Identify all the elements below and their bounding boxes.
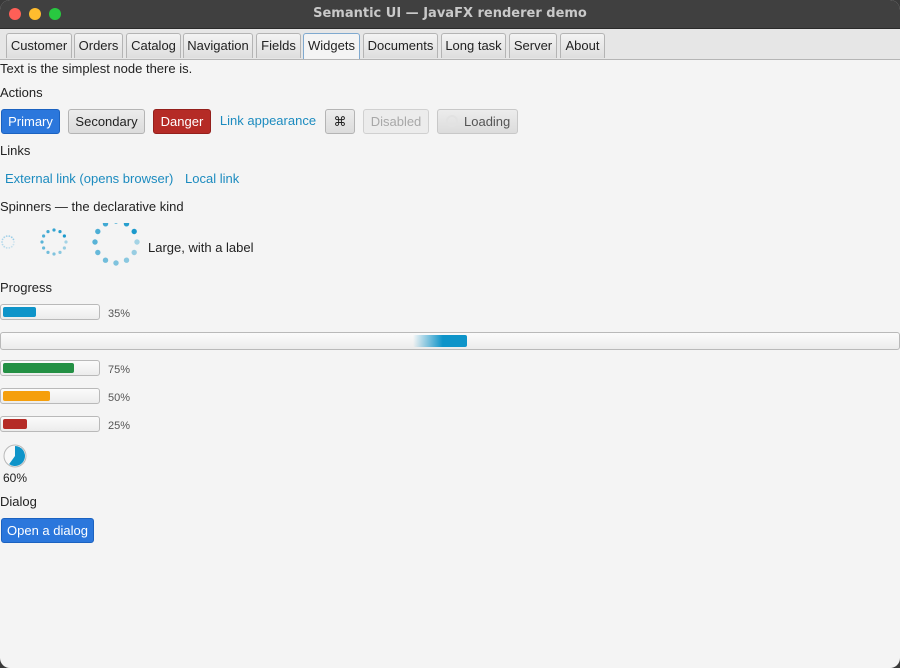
- spinner-dot: [131, 249, 137, 256]
- spinner-dot: [5, 235, 8, 238]
- progress-bar-50: [0, 388, 100, 404]
- spinner-dot: [42, 234, 46, 238]
- primary-button[interactable]: Primary: [1, 109, 60, 134]
- section-heading-spinners: Spinners — the declarative kind: [0, 199, 184, 214]
- spinner-dot: [58, 230, 62, 234]
- spinner-dot: [13, 241, 15, 243]
- spinner-dot: [12, 243, 15, 246]
- progress-fill: [3, 419, 27, 429]
- spinner-dot: [1, 243, 4, 246]
- spinner-dot: [12, 238, 15, 241]
- spinner-dot: [62, 234, 66, 238]
- indeterminate-progress-bar: [0, 332, 900, 350]
- open-dialog-button[interactable]: Open a dialog: [1, 518, 94, 543]
- tab-long-task[interactable]: Long task: [441, 33, 506, 58]
- spinner-dot: [131, 228, 137, 235]
- spinner-dot: [1, 241, 3, 243]
- tab-fields[interactable]: Fields: [256, 33, 301, 58]
- spinner-dot: [64, 240, 68, 244]
- progress-bar-25: [0, 416, 100, 432]
- loading-button-label: Loading: [464, 114, 511, 129]
- tab-server[interactable]: Server: [509, 33, 557, 58]
- medium-spinner-icon: [40, 228, 68, 256]
- spinner-dot: [5, 246, 8, 249]
- spinner-dot: [62, 246, 66, 250]
- spinner-dot: [40, 240, 44, 244]
- app-window: Semantic UI — JavaFX renderer demo Custo…: [0, 0, 900, 668]
- spinner-dot: [92, 239, 98, 245]
- circular-progress-label: 60%: [3, 471, 28, 485]
- spinner-dot: [46, 250, 50, 254]
- link-appearance-button[interactable]: Link appearance: [219, 109, 317, 134]
- tab-about[interactable]: About: [560, 33, 605, 58]
- spinner-dot: [102, 223, 109, 227]
- tab-documents[interactable]: Documents: [363, 33, 438, 58]
- spinner-label: Large, with a label: [148, 240, 254, 255]
- tab-orders[interactable]: Orders: [74, 33, 123, 58]
- section-heading-dialog: Dialog: [0, 494, 37, 509]
- progress-label-75: 75%: [108, 364, 131, 376]
- section-heading-progress: Progress: [0, 280, 53, 295]
- progress-fill: [3, 363, 74, 373]
- spinner-dot: [95, 228, 101, 235]
- large-spinner-icon: [92, 223, 140, 266]
- local-link[interactable]: Local link: [185, 171, 239, 186]
- disabled-button: Disabled: [363, 109, 429, 134]
- progress-label-50: 50%: [108, 392, 131, 404]
- intro-text: Text is the simplest node there is.: [0, 61, 193, 76]
- small-spinner-icon: [1, 235, 15, 249]
- widgets-panel: Text is the simplest node there is. Acti…: [0, 59, 900, 668]
- spinner-dot: [134, 239, 140, 245]
- tab-catalog[interactable]: Catalog: [126, 33, 181, 58]
- spinner-dot: [46, 230, 50, 234]
- progress-bar-75: [0, 360, 100, 376]
- indeterminate-progress-fill: [413, 335, 467, 347]
- spinner-dot: [123, 257, 130, 263]
- section-heading-actions: Actions: [0, 85, 43, 100]
- secondary-button[interactable]: Secondary: [68, 109, 145, 134]
- tab-navigation[interactable]: Navigation: [183, 33, 253, 58]
- spinner-dot: [8, 246, 11, 249]
- circular-progress-indicator: [3, 444, 27, 468]
- section-heading-links: Links: [0, 143, 31, 158]
- external-link[interactable]: External link (opens browser): [5, 171, 173, 186]
- spinner-dot: [113, 260, 119, 266]
- window-title: Semantic UI — JavaFX renderer demo: [313, 6, 587, 21]
- spinner-dot: [102, 257, 109, 263]
- tab-customer[interactable]: Customer: [6, 33, 72, 58]
- spinner-dot: [3, 236, 6, 239]
- spinner-dot: [3, 245, 6, 248]
- spinner-dot: [114, 223, 118, 224]
- spinner-dot: [10, 236, 13, 239]
- title-bar: Semantic UI — JavaFX renderer demo: [0, 0, 900, 29]
- progress-fill: [3, 391, 50, 401]
- tab-bar: Customer Orders Catalog Navigation Field…: [0, 29, 900, 60]
- spinner-dot: [42, 246, 46, 250]
- spinner-dot: [1, 238, 4, 241]
- spinner-dot: [52, 228, 56, 232]
- spinner-dot: [58, 250, 62, 254]
- progress-label-35: 35%: [108, 308, 131, 320]
- danger-button[interactable]: Danger: [153, 109, 211, 134]
- spinners-group: [1, 223, 140, 266]
- progress-label-25: 25%: [108, 420, 131, 432]
- loading-button[interactable]: Loading: [437, 109, 518, 134]
- progress-bar-35: [0, 304, 100, 320]
- spinner-dot: [10, 245, 13, 248]
- spinner-dot: [8, 235, 11, 238]
- progress-fill: [3, 307, 36, 317]
- spinner-dot: [95, 249, 101, 256]
- command-icon: ⌘: [333, 114, 347, 129]
- loading-spinner-icon: [446, 115, 458, 127]
- tab-widgets[interactable]: Widgets: [303, 33, 360, 59]
- spinner-dot: [52, 252, 56, 256]
- spinner-dot: [123, 223, 130, 227]
- command-icon-button[interactable]: ⌘: [325, 109, 355, 134]
